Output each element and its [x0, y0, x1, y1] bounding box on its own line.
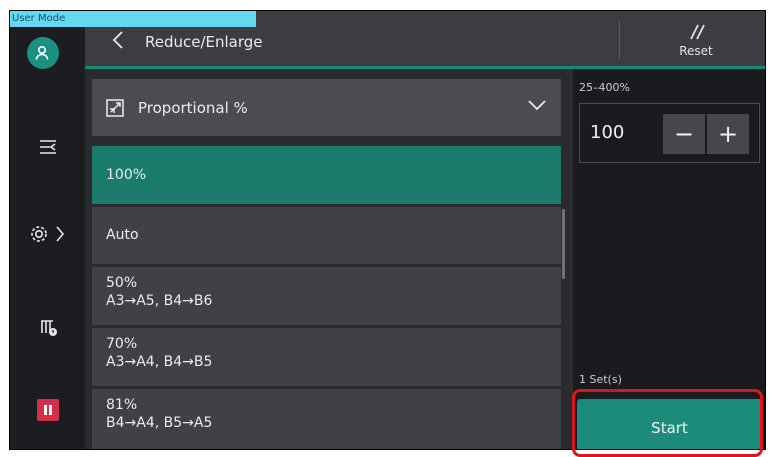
pause-button[interactable]	[37, 399, 59, 421]
list-item-ratio: 50%	[106, 275, 138, 291]
list-item-paper-sizes: A3→A4, B4→B5	[106, 354, 213, 370]
chevron-left-icon	[112, 31, 123, 49]
list-item-100[interactable]: 100%	[92, 146, 561, 204]
list-item-paper-sizes: B4→A4, B5→A5	[106, 415, 213, 431]
chevron-down-icon	[528, 100, 546, 111]
sidebar	[10, 11, 85, 449]
list-scrollbar[interactable]	[562, 209, 565, 279]
user-mode-banner: User Mode	[10, 11, 256, 27]
list-item-label: 100%	[106, 167, 147, 183]
increase-button[interactable]: +	[707, 114, 749, 154]
decrease-button[interactable]: −	[663, 114, 705, 154]
list-item-auto[interactable]: Auto	[92, 207, 561, 264]
proportional-icon	[106, 98, 124, 117]
start-button[interactable]: Start	[577, 399, 762, 449]
reset-label: Reset	[679, 44, 713, 58]
dropdown-selected-value: Proportional %	[138, 98, 248, 117]
list-item-paper-sizes: A3→A5, B4→B6	[106, 293, 213, 309]
zoom-value-input[interactable]: 100	[590, 122, 624, 143]
job-transfer-icon[interactable]	[10, 127, 85, 167]
list-item-ratio: 81%	[106, 397, 138, 413]
sets-count: 1 Set(s)	[579, 373, 622, 386]
device-status-icon[interactable]	[10, 307, 85, 347]
pause-icon	[44, 405, 52, 415]
ratio-mode-dropdown[interactable]: Proportional %	[92, 79, 561, 136]
header-divider	[619, 21, 620, 59]
list-item-ratio: 70%	[106, 336, 138, 352]
zoom-range-label: 25–400%	[579, 81, 630, 94]
reset-button[interactable]: Reset	[625, 11, 765, 69]
user-account-icon[interactable]	[27, 37, 59, 69]
printer-panel-screen: User Mode Reduce/Enlarge Reset Proportio…	[9, 10, 766, 450]
reduce-enlarge-list: Proportional % 100% Auto 50% A3→A5, B4→B…	[85, 69, 573, 449]
page-title: Reduce/Enlarge	[145, 33, 263, 51]
reset-icon	[690, 24, 705, 40]
zoom-panel: 25–400% 100 − + 1 Set(s) Start	[573, 69, 765, 449]
back-button[interactable]	[103, 25, 133, 55]
list-item-81[interactable]: 81% B4→A4, B5→A5	[92, 389, 561, 449]
list-item-label: Auto	[106, 227, 139, 243]
settings-gear-icon[interactable]	[10, 214, 85, 254]
list-item-50[interactable]: 50% A3→A5, B4→B6	[92, 267, 561, 325]
list-item-70[interactable]: 70% A3→A4, B4→B5	[92, 328, 561, 386]
zoom-value-stepper: 100 − +	[579, 103, 760, 163]
